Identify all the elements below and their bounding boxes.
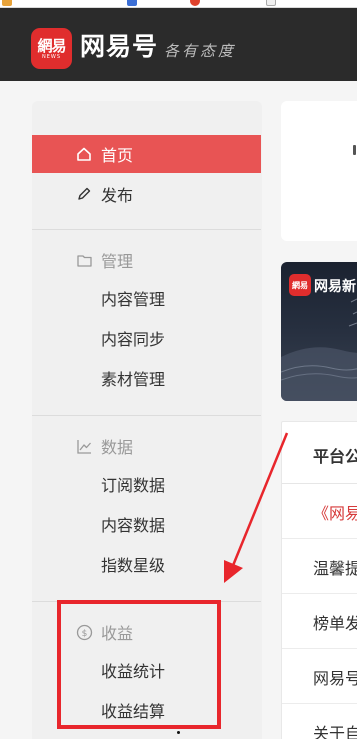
- bookmark-icon: [190, 0, 200, 6]
- promo-banner[interactable]: 網易 网易新: [281, 262, 357, 401]
- announcement-row[interactable]: 温馨提: [282, 539, 357, 594]
- brand-name[interactable]: 网易号: [80, 32, 158, 62]
- sidebar-section-data: 数据: [32, 431, 261, 461]
- bookmark-item[interactable]: [2, 0, 15, 7]
- bookmark-icon: [266, 0, 276, 6]
- bookmark-item[interactable]: [266, 0, 279, 7]
- announcement-row[interactable]: 网易号: [282, 649, 357, 704]
- sidebar-item-label: 首页: [101, 146, 134, 165]
- sidebar-item-content-data[interactable]: 内容数据: [101, 515, 165, 537]
- sidebar-divider: [32, 229, 261, 230]
- announcement-panel: 平台公 《网易 温馨提 榜单发 网易号 关于自: [281, 421, 357, 739]
- logo-text: 網易: [37, 36, 66, 55]
- folder-icon: [76, 252, 93, 269]
- announcement-row[interactable]: 关于自: [282, 704, 357, 739]
- sidebar-section-title: 数据: [101, 438, 134, 457]
- sidebar-item-content-manage[interactable]: 内容管理: [101, 289, 165, 311]
- banner-logo: 網易: [289, 274, 311, 296]
- announcement-row[interactable]: 榜单发: [282, 594, 357, 649]
- brand-slogan: 各有态度: [164, 42, 237, 60]
- summary-card: [281, 101, 357, 241]
- announcement-header: 平台公: [282, 422, 357, 484]
- sidebar-divider: [32, 415, 261, 416]
- announcement-title: 平台公: [313, 447, 357, 466]
- announcement-link[interactable]: 网易号: [313, 665, 357, 689]
- bookmark-item[interactable]: [190, 0, 203, 7]
- bookmarks-bar: [0, 0, 357, 8]
- sidebar-section-title: 管理: [101, 252, 134, 271]
- announcement-link[interactable]: 关于自: [313, 720, 357, 739]
- announcement-row[interactable]: 《网易: [282, 484, 357, 539]
- sidebar-section-manage: 管理: [32, 245, 261, 275]
- chart-line-icon: [76, 438, 93, 455]
- sidebar-item-material-manage[interactable]: 素材管理: [101, 369, 165, 391]
- sidebar-item-content-sync[interactable]: 内容同步: [101, 329, 165, 351]
- announcement-link[interactable]: 温馨提: [313, 555, 357, 579]
- sidebar-item-label: 发布: [101, 186, 134, 205]
- sidebar-item-index-stars[interactable]: 指数星级: [101, 555, 165, 577]
- card-fragment: [353, 145, 356, 155]
- pencil-icon: [76, 186, 92, 202]
- annotation-highlight-box: [57, 600, 221, 729]
- page: 網易 NEWS 网易号 各有态度 首页 发布 管理 内容管理 内容同步 素材管理…: [0, 0, 357, 739]
- banner-title: 网易新: [314, 279, 356, 295]
- announcement-link[interactable]: 《网易: [313, 500, 357, 524]
- cursor-dot: [177, 731, 180, 734]
- sidebar-item-subscription-data[interactable]: 订阅数据: [101, 475, 165, 497]
- netease-logo[interactable]: 網易 NEWS: [31, 28, 72, 69]
- announcement-link[interactable]: 榜单发: [313, 610, 357, 634]
- home-icon: [76, 146, 92, 162]
- bookmark-icon: [2, 0, 12, 6]
- sidebar-item-home[interactable]: 首页: [32, 135, 261, 173]
- sidebar-item-publish[interactable]: 发布: [32, 175, 261, 213]
- bookmark-icon: [127, 0, 137, 6]
- top-header: 網易 NEWS 网易号 各有态度: [0, 8, 357, 81]
- bookmark-item[interactable]: [127, 0, 140, 7]
- logo-subtext: NEWS: [41, 53, 62, 60]
